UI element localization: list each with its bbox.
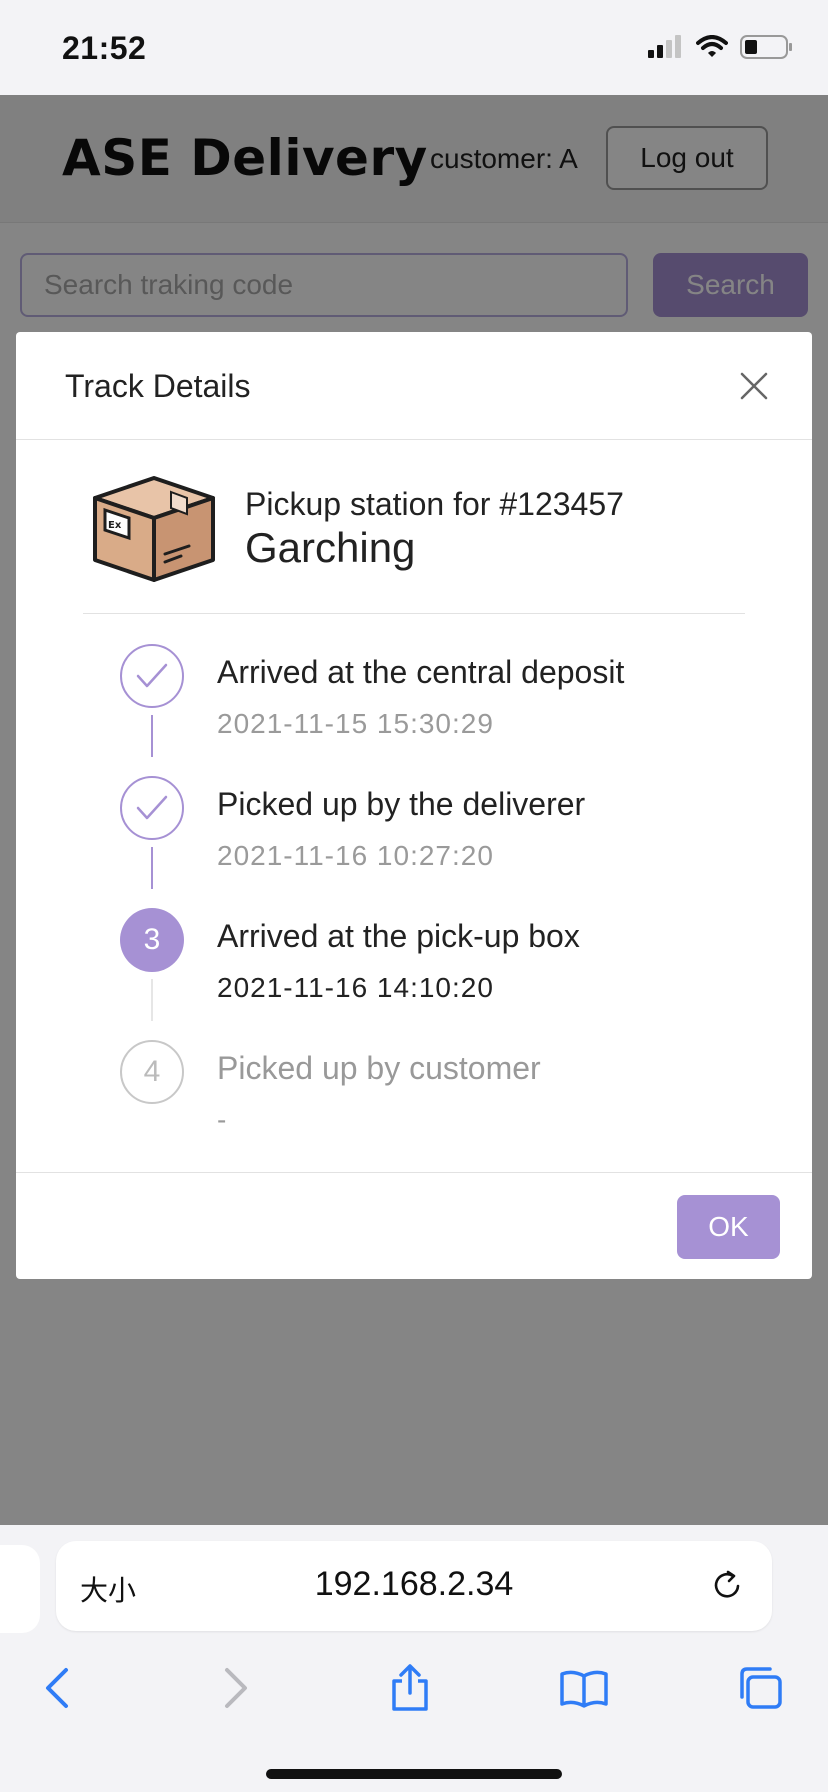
package-caption: Pickup station for #123457: [245, 486, 624, 522]
step-time: 2021-11-15 15:30:29: [217, 708, 494, 739]
svg-text:Ex: Ex: [108, 520, 122, 531]
wifi-icon: [696, 35, 728, 64]
browser-toolbar: [0, 1653, 828, 1743]
timeline-step: 4 Picked up by customer -: [16, 1010, 812, 1142]
previous-tab-edge[interactable]: [0, 1545, 40, 1633]
share-icon[interactable]: [375, 1653, 445, 1723]
url-text[interactable]: 192.168.2.34: [56, 1565, 772, 1604]
forward-icon[interactable]: [201, 1653, 271, 1723]
back-icon[interactable]: [22, 1653, 92, 1723]
timeline-step: Picked up by the deliverer 2021-11-16 10…: [16, 746, 812, 889]
bookmarks-icon[interactable]: [549, 1653, 619, 1723]
step-check-icon: [120, 644, 184, 708]
step-number: 4: [120, 1040, 184, 1104]
step-title: Arrived at the pick-up box: [217, 918, 580, 954]
track-details-modal: Track Details Ex Pickup station for #123…: [16, 332, 812, 1279]
tabs-icon[interactable]: [725, 1653, 795, 1723]
step-title: Picked up by the deliverer: [217, 786, 586, 822]
reload-icon[interactable]: [709, 1567, 745, 1603]
ok-button[interactable]: OK: [677, 1195, 780, 1259]
step-number: 3: [120, 908, 184, 972]
step-time: 2021-11-16 10:27:20: [217, 840, 494, 871]
status-bar: 21:52: [0, 0, 828, 95]
step-time: -: [217, 1104, 228, 1135]
close-icon[interactable]: [738, 370, 770, 402]
timeline-step: 3 Arrived at the pick-up box 2021-11-16 …: [16, 878, 812, 1021]
package-summary: Ex Pickup station for #123457 Garching: [83, 440, 745, 614]
modal-header: Track Details: [16, 332, 812, 440]
package-box-icon: Ex: [91, 474, 217, 584]
step-check-icon: [120, 776, 184, 840]
address-bar[interactable]: 大小 192.168.2.34: [56, 1541, 772, 1631]
modal-title: Track Details: [65, 368, 251, 404]
status-time: 21:52: [62, 30, 147, 66]
step-time: 2021-11-16 14:10:20: [217, 972, 494, 1003]
step-title: Picked up by customer: [217, 1050, 541, 1086]
signal-icon: [648, 34, 684, 65]
step-title: Arrived at the central deposit: [217, 654, 625, 690]
home-indicator: [266, 1769, 562, 1779]
modal-footer: OK: [16, 1172, 812, 1279]
battery-icon: [740, 34, 794, 65]
pickup-station-name: Garching: [245, 524, 416, 571]
timeline-step: Arrived at the central deposit 2021-11-1…: [16, 614, 812, 757]
tracking-timeline: Arrived at the central deposit 2021-11-1…: [16, 614, 812, 1166]
browser-bottom-bar: 大小 192.168.2.34: [0, 1525, 828, 1792]
status-icons: [648, 34, 794, 65]
